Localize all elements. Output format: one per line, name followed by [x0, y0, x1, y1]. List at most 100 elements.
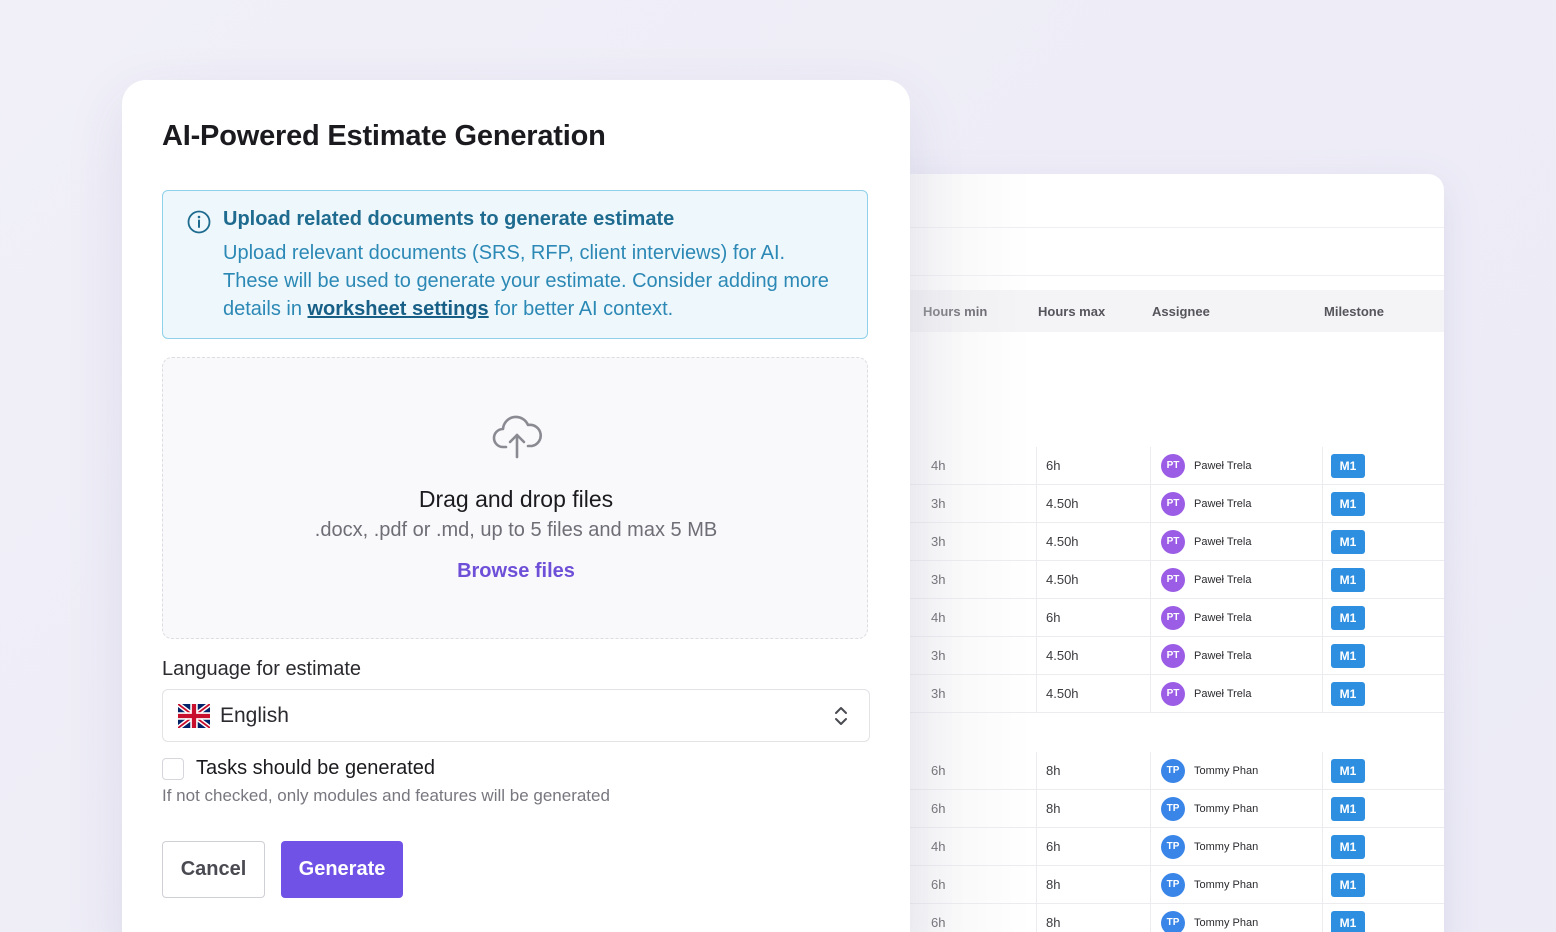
hours-max-cell[interactable]: 4.50h — [1046, 523, 1079, 561]
milestone-badge[interactable]: M1 — [1331, 454, 1365, 478]
hours-min-cell[interactable]: 6h — [931, 904, 945, 932]
assignee-name[interactable]: Paweł Trela — [1194, 637, 1251, 675]
tasks-checkbox-help: If not checked, only modules and feature… — [162, 786, 610, 805]
cell-divider — [1150, 866, 1151, 904]
hours-min-cell[interactable]: 3h — [931, 675, 945, 713]
hours-max-cell[interactable]: 6h — [1046, 599, 1060, 637]
cell-divider — [1150, 790, 1151, 828]
tasks-checkbox[interactable] — [162, 758, 184, 780]
assignee-name[interactable]: Paweł Trela — [1194, 523, 1251, 561]
hours-max-cell[interactable]: 6h — [1046, 447, 1060, 485]
cancel-button[interactable]: Cancel — [162, 841, 265, 898]
table-row[interactable]: 4h 6h PT Paweł Trela M1 — [880, 599, 1444, 637]
cell-divider — [1322, 828, 1323, 866]
hours-max-cell[interactable]: 8h — [1046, 790, 1060, 828]
assignee-name[interactable]: Paweł Trela — [1194, 599, 1251, 637]
table-row[interactable]: 3h 4.50h PT Paweł Trela M1 — [880, 523, 1444, 561]
table-row[interactable]: 6h 8h TP Tommy Phan M1 — [880, 790, 1444, 828]
hours-min-cell[interactable]: 3h — [931, 523, 945, 561]
milestone-badge[interactable]: M1 — [1331, 797, 1365, 821]
hours-max-cell[interactable]: 8h — [1046, 866, 1060, 904]
tasks-checkbox-label[interactable]: Tasks should be generated — [196, 757, 435, 780]
worksheet-subbar — [880, 228, 1444, 276]
hours-max-cell[interactable]: 4.50h — [1046, 637, 1079, 675]
info-callout: Upload related documents to generate est… — [162, 190, 868, 339]
avatar: PT — [1161, 644, 1185, 668]
info-icon — [187, 210, 211, 234]
cell-divider — [1322, 752, 1323, 790]
milestone-badge[interactable]: M1 — [1331, 759, 1365, 783]
hours-min-cell[interactable]: 3h — [931, 485, 945, 523]
assignee-name[interactable]: Tommy Phan — [1194, 790, 1258, 828]
assignee-name[interactable]: Paweł Trela — [1194, 447, 1251, 485]
assignee-name[interactable]: Tommy Phan — [1194, 866, 1258, 904]
cell-divider — [1036, 637, 1037, 675]
assignee-name[interactable]: Paweł Trela — [1194, 485, 1251, 523]
table-row[interactable]: 4h 6h PT Paweł Trela M1 — [880, 447, 1444, 485]
column-hours-min[interactable]: Hours min — [923, 304, 987, 319]
hours-min-cell[interactable]: 3h — [931, 561, 945, 599]
table-row[interactable]: 3h 4.50h PT Paweł Trela M1 — [880, 485, 1444, 523]
worksheet-settings-link[interactable]: worksheet settings — [308, 298, 489, 320]
hours-min-cell[interactable]: 4h — [931, 447, 945, 485]
cell-divider — [1150, 523, 1151, 561]
milestone-badge[interactable]: M1 — [1331, 530, 1365, 554]
assignee-name[interactable]: Tommy Phan — [1194, 752, 1258, 790]
hours-max-cell[interactable]: 4.50h — [1046, 675, 1079, 713]
table-row[interactable]: 3h 4.50h PT Paweł Trela M1 — [880, 675, 1444, 713]
hours-max-cell[interactable]: 4.50h — [1046, 561, 1079, 599]
table-row[interactable]: 3h 4.50h PT Paweł Trela M1 — [880, 637, 1444, 675]
hours-min-cell[interactable]: 4h — [931, 599, 945, 637]
cell-divider — [1322, 485, 1323, 523]
milestone-badge[interactable]: M1 — [1331, 606, 1365, 630]
milestone-badge[interactable]: M1 — [1331, 873, 1365, 897]
hours-min-cell[interactable]: 4h — [931, 828, 945, 866]
milestone-badge[interactable]: M1 — [1331, 911, 1365, 932]
hours-max-cell[interactable]: 8h — [1046, 752, 1060, 790]
cell-divider — [1322, 790, 1323, 828]
hours-min-cell[interactable]: 6h — [931, 752, 945, 790]
hours-min-cell[interactable]: 6h — [931, 790, 945, 828]
assignee-name[interactable]: Tommy Phan — [1194, 828, 1258, 866]
milestone-badge[interactable]: M1 — [1331, 682, 1365, 706]
hours-max-cell[interactable]: 8h — [1046, 904, 1060, 932]
cell-divider — [1322, 599, 1323, 637]
column-assignee[interactable]: Assignee — [1152, 304, 1210, 319]
worksheet-toolbar — [880, 174, 1444, 228]
column-hours-max[interactable]: Hours max — [1038, 304, 1105, 319]
cell-divider — [1322, 866, 1323, 904]
cell-divider — [1322, 561, 1323, 599]
hours-min-cell[interactable]: 3h — [931, 637, 945, 675]
generate-button[interactable]: Generate — [281, 841, 403, 898]
table-row[interactable]: 6h 8h TP Tommy Phan M1 — [880, 752, 1444, 790]
language-select[interactable]: English — [162, 689, 870, 742]
cell-divider — [1036, 523, 1037, 561]
avatar: PT — [1161, 454, 1185, 478]
table-row[interactable]: 6h 8h TP Tommy Phan M1 — [880, 866, 1444, 904]
assignee-name[interactable]: Paweł Trela — [1194, 675, 1251, 713]
table-row[interactable]: 6h 8h TP Tommy Phan M1 — [880, 904, 1444, 932]
milestone-badge[interactable]: M1 — [1331, 835, 1365, 859]
hours-max-cell[interactable]: 4.50h — [1046, 485, 1079, 523]
language-label: Language for estimate — [162, 658, 362, 680]
hours-min-cell[interactable]: 6h — [931, 866, 945, 904]
assignee-name[interactable]: Paweł Trela — [1194, 561, 1251, 599]
avatar: PT — [1161, 568, 1185, 592]
milestone-badge[interactable]: M1 — [1331, 492, 1365, 516]
milestone-badge[interactable]: M1 — [1331, 568, 1365, 592]
info-title: Upload related documents to generate est… — [223, 208, 675, 230]
column-milestone[interactable]: Milestone — [1324, 304, 1384, 319]
cell-divider — [1036, 599, 1037, 637]
worksheet-panel: Hours min Hours max Assignee Milestone 4… — [880, 174, 1444, 932]
browse-files-button[interactable]: Browse files — [163, 560, 869, 583]
avatar: PT — [1161, 606, 1185, 630]
table-row[interactable]: 3h 4.50h PT Paweł Trela M1 — [880, 561, 1444, 599]
cell-divider — [1322, 447, 1323, 485]
table-row[interactable]: 4h 6h TP Tommy Phan M1 — [880, 828, 1444, 866]
file-dropzone[interactable]: Drag and drop files .docx, .pdf or .md, … — [162, 357, 868, 639]
milestone-badge[interactable]: M1 — [1331, 644, 1365, 668]
avatar: PT — [1161, 492, 1185, 516]
hours-max-cell[interactable]: 6h — [1046, 828, 1060, 866]
assignee-name[interactable]: Tommy Phan — [1194, 904, 1258, 932]
avatar: PT — [1161, 682, 1185, 706]
